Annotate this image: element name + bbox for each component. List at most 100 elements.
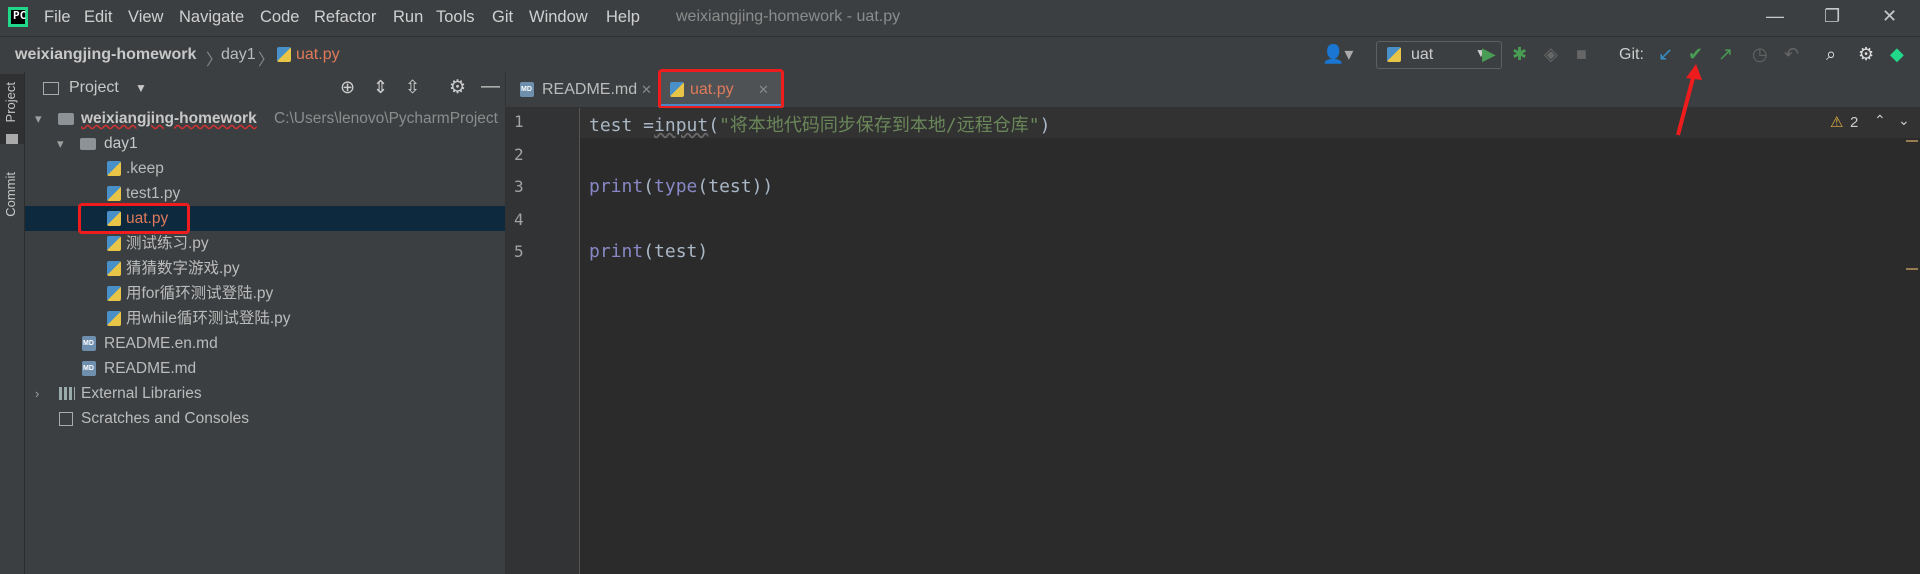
folder-icon xyxy=(80,138,96,150)
chevron-up-icon[interactable]: ⌃ xyxy=(1874,112,1886,129)
minimize-icon[interactable]: — xyxy=(1766,6,1784,27)
warning-count[interactable]: 2 xyxy=(1850,114,1858,131)
tree-row-root[interactable]: ▾ weixiangjing-homework C:\Users\lenovo\… xyxy=(25,106,505,131)
run-icon[interactable]: ▶ xyxy=(1482,45,1496,63)
history-icon[interactable]: ◷ xyxy=(1752,45,1768,63)
debug-icon[interactable]: ✱ xyxy=(1512,45,1527,63)
markdown-file-icon: MD xyxy=(520,82,534,97)
menu-help[interactable]: Help xyxy=(606,8,640,27)
file-name: .keep xyxy=(126,160,164,177)
menu-refactor[interactable]: Refactor xyxy=(314,8,376,27)
navigation-bar: weixiangjing-homework 〉 day1 〉 uat.py 👤▾… xyxy=(0,36,1920,74)
close-icon[interactable]: ✕ xyxy=(641,72,652,107)
python-icon xyxy=(1387,47,1401,62)
python-file-icon xyxy=(107,286,121,301)
tab-project[interactable]: Project xyxy=(3,82,18,122)
code-editor[interactable]: test =input("将本地代码同步保存到本地/远程仓库") print(t… xyxy=(580,108,1920,574)
menu-bar: PC File Edit View Navigate Code Refactor… xyxy=(0,0,1920,36)
highlight-box xyxy=(78,203,190,234)
tree-label: Scratches and Consoles xyxy=(81,410,250,427)
scroll-marker xyxy=(1906,140,1918,142)
scroll-marker xyxy=(1906,268,1918,270)
tree-row-file[interactable]: 测试练习.py xyxy=(25,231,505,256)
tool-window-strip: Project Commit xyxy=(0,72,25,574)
project-view-icon xyxy=(43,82,59,95)
pycharm-logo-icon: PC xyxy=(8,7,28,27)
project-panel-header: Project ▼ ⊕ ⇕ ⇳ ⚙ — xyxy=(25,72,505,106)
collapse-all-icon[interactable]: ⇳ xyxy=(405,77,420,98)
stop-icon[interactable]: ■ xyxy=(1576,45,1587,63)
breadcrumb-separator-icon: 〉 xyxy=(206,52,223,69)
folder-icon xyxy=(58,113,74,125)
file-name: README.en.md xyxy=(104,335,218,352)
plugin-icon[interactable]: ◆ xyxy=(1890,45,1904,63)
python-file-icon xyxy=(107,236,121,251)
tab-commit[interactable]: Commit xyxy=(3,172,18,217)
breadcrumb-file[interactable]: uat.py xyxy=(296,46,340,64)
python-file-icon xyxy=(107,311,121,326)
menu-git[interactable]: Git xyxy=(492,8,513,27)
locate-icon[interactable]: ⊕ xyxy=(340,77,355,98)
project-panel: Project ▼ ⊕ ⇕ ⇳ ⚙ — ▾ weixiangjing-homew… xyxy=(25,72,506,574)
breadcrumb-folder[interactable]: day1 xyxy=(221,46,256,64)
panel-title[interactable]: Project xyxy=(69,79,119,97)
tree-row-folder[interactable]: ▾ day1 xyxy=(25,131,505,156)
tree-label: External Libraries xyxy=(81,385,202,402)
line-number: 3 xyxy=(514,177,524,196)
tree-root-name: weixiangjing-homework xyxy=(81,110,257,127)
tree-row-external-libraries[interactable]: › External Libraries xyxy=(25,381,505,406)
tree-row-file[interactable]: MD README.en.md xyxy=(25,331,505,356)
python-file-icon xyxy=(277,47,291,62)
chevron-down-icon[interactable]: ⌄ xyxy=(1898,112,1910,129)
run-config-label: uat xyxy=(1411,46,1434,63)
highlight-box xyxy=(658,69,784,109)
user-icon[interactable]: 👤▾ xyxy=(1322,45,1353,63)
markdown-file-icon: MD xyxy=(82,336,96,351)
coverage-icon[interactable]: ◈ xyxy=(1544,45,1558,63)
breadcrumb-project[interactable]: weixiangjing-homework xyxy=(15,46,196,64)
chevron-down-icon: ▾ xyxy=(35,111,42,126)
tree-folder-name: day1 xyxy=(104,135,138,152)
tree-row-file[interactable]: 用while循环测试登陆.py xyxy=(25,306,505,331)
menu-window[interactable]: Window xyxy=(529,8,588,27)
folder-icon xyxy=(6,134,18,144)
gear-icon[interactable]: ⚙ xyxy=(1858,45,1874,63)
chevron-right-icon: › xyxy=(35,386,40,401)
file-name: 用while循环测试登陆.py xyxy=(126,310,291,327)
restore-icon[interactable]: ❐ xyxy=(1824,6,1840,27)
menu-tools[interactable]: Tools xyxy=(436,8,475,27)
tab-label: README.md xyxy=(542,81,638,98)
tree-root-path: C:\Users\lenovo\PycharmProject xyxy=(274,110,498,127)
tree-row-file[interactable]: 猜猜数字游戏.py xyxy=(25,256,505,281)
hide-icon[interactable]: — xyxy=(481,76,500,98)
close-icon[interactable]: ✕ xyxy=(1882,6,1897,27)
menu-view[interactable]: View xyxy=(128,8,163,27)
search-icon[interactable]: ⌕ xyxy=(1826,45,1836,63)
python-file-icon xyxy=(107,261,121,276)
line-number-gutter: 1 2 3 4 5 xyxy=(506,108,580,574)
file-name: 用for循环测试登陆.py xyxy=(126,285,274,302)
menu-navigate[interactable]: Navigate xyxy=(179,8,244,27)
gear-icon[interactable]: ⚙ xyxy=(449,76,466,99)
tree-row-scratches[interactable]: Scratches and Consoles xyxy=(25,406,505,431)
python-file-icon xyxy=(107,186,121,201)
tab-readme[interactable]: MD README.md ✕ xyxy=(506,72,656,107)
menu-edit[interactable]: Edit xyxy=(84,8,112,27)
markdown-file-icon: MD xyxy=(82,361,96,376)
menu-code[interactable]: Code xyxy=(260,8,299,27)
git-push-icon[interactable]: ↗ xyxy=(1718,45,1733,63)
line-number: 5 xyxy=(514,242,524,261)
code-line-3: print(type(test)) xyxy=(589,176,774,197)
code-line-5: print(test) xyxy=(589,241,709,262)
expand-all-icon[interactable]: ⇕ xyxy=(373,77,388,98)
rollback-icon[interactable]: ↶ xyxy=(1784,45,1799,63)
tree-row-file[interactable]: 用for循环测试登陆.py xyxy=(25,281,505,306)
tree-row-file[interactable]: MD README.md xyxy=(25,356,505,381)
chevron-down-icon[interactable]: ▼ xyxy=(135,81,147,95)
warning-icon[interactable]: ⚠ xyxy=(1830,113,1843,131)
chevron-down-icon: ▾ xyxy=(57,136,64,151)
menu-file[interactable]: File xyxy=(44,8,71,27)
line-number: 4 xyxy=(514,210,524,229)
tree-row-file[interactable]: .keep xyxy=(25,156,505,181)
menu-run[interactable]: Run xyxy=(393,8,423,27)
